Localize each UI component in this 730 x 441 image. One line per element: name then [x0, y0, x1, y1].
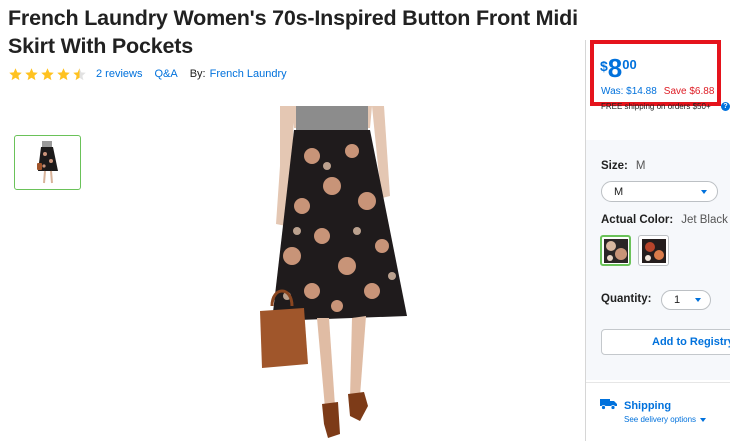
color-swatch[interactable]	[638, 235, 669, 266]
size-label-row: Size: M	[601, 160, 645, 172]
brand-link[interactable]: French Laundry	[210, 68, 287, 80]
half-star-icon	[73, 67, 86, 80]
chevron-down-icon	[701, 190, 707, 194]
quantity-select[interactable]: 1	[661, 290, 711, 310]
was-price: Was: $14.88	[601, 86, 657, 97]
star-rating[interactable]	[8, 67, 88, 82]
shipping-title: Shipping	[624, 400, 672, 412]
size-label: Size:	[601, 160, 628, 172]
current-price: $ 8 00	[600, 55, 637, 81]
product-title: French Laundry Women's 70s-Inspired Butt…	[8, 6, 578, 58]
star-icon	[57, 67, 70, 80]
delivery-options-text: See delivery options	[624, 415, 697, 424]
floral-swatch-image	[641, 238, 666, 263]
thumbnail-image[interactable]	[14, 135, 81, 190]
qa-link[interactable]: Q&A	[154, 68, 177, 80]
reviews-link[interactable]: 2 reviews	[96, 68, 142, 80]
was-price-row: Was: $14.88 Save $6.88	[601, 86, 714, 97]
price-cents: 00	[622, 57, 637, 72]
delivery-options-link[interactable]: See delivery options	[624, 415, 707, 424]
color-label: Actual Color:	[601, 214, 674, 226]
save-amount: Save $6.88	[663, 86, 715, 97]
size-select[interactable]: M	[601, 181, 718, 202]
floral-swatch-image	[603, 238, 628, 263]
chevron-down-icon	[695, 298, 701, 302]
quantity-label: Quantity:	[601, 293, 652, 305]
product-meta-row: 2 reviews Q&A By: French Laundry	[8, 65, 299, 83]
chevron-down-icon	[700, 417, 707, 422]
divider	[586, 382, 730, 383]
product-image[interactable]	[232, 106, 432, 441]
color-label-row: Actual Color: Jet Black F	[601, 214, 730, 226]
free-shipping-note: FREE shipping on orders $50+	[601, 102, 711, 111]
color-swatch-selected[interactable]	[600, 235, 631, 266]
info-icon[interactable]: ?	[721, 102, 730, 111]
by-label: By:	[189, 68, 206, 80]
size-value: M	[635, 160, 646, 172]
size-select-value: M	[614, 185, 624, 198]
price-currency: $	[600, 58, 608, 74]
truck-icon	[600, 399, 617, 410]
add-to-registry-button[interactable]: Add to Registry	[601, 329, 730, 355]
star-icon	[25, 67, 38, 80]
skirt-thumbnail-image	[36, 140, 58, 183]
color-value: Jet Black F	[681, 214, 730, 226]
price-whole: 8	[607, 53, 623, 83]
quantity-select-value: 1	[674, 294, 681, 306]
star-icon	[9, 67, 22, 80]
star-icon	[41, 67, 54, 80]
